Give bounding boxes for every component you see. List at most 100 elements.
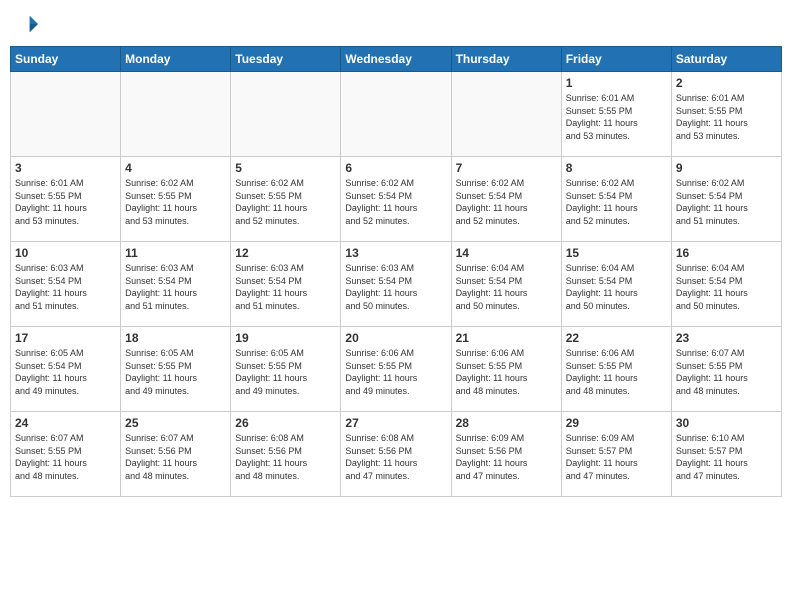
day-number: 9 (676, 161, 777, 175)
day-number: 21 (456, 331, 557, 345)
day-info: Sunrise: 6:06 AM Sunset: 5:55 PM Dayligh… (566, 347, 667, 397)
day-cell (341, 72, 451, 157)
weekday-header-saturday: Saturday (671, 47, 781, 72)
day-cell: 29Sunrise: 6:09 AM Sunset: 5:57 PM Dayli… (561, 412, 671, 497)
weekday-header-wednesday: Wednesday (341, 47, 451, 72)
day-number: 27 (345, 416, 446, 430)
day-cell: 17 Sunrise: 6:05 AM Sunset: 5:54 PM Dayli… (11, 327, 121, 412)
day-cell: 12Sunrise: 6:03 AM Sunset: 5:54 PM Dayli… (231, 242, 341, 327)
day-number: 18 (125, 331, 226, 345)
day-number: 26 (235, 416, 336, 430)
week-row-4: 17 Sunrise: 6:05 AM Sunset: 5:54 PM Dayli… (11, 327, 782, 412)
day-info: Sunrise: 6:04 AM Sunset: 5:54 PM Dayligh… (456, 262, 557, 312)
week-row-1: 1 Sunrise: 6:01 AM Sunset: 5:55 PM Daylig… (11, 72, 782, 157)
day-number: 2 (676, 76, 777, 90)
day-cell: 24 Sunrise: 6:07 AM Sunset: 5:55 PM Dayli… (11, 412, 121, 497)
day-cell: 20 Sunrise: 6:06 AM Sunset: 5:55 PM Dayli… (341, 327, 451, 412)
day-info: Sunrise: 6:06 AM Sunset: 5:55 PM Dayligh… (345, 347, 446, 397)
weekday-header-monday: Monday (121, 47, 231, 72)
day-cell (231, 72, 341, 157)
day-info: Sunrise: 6:08 AM Sunset: 5:56 PM Dayligh… (345, 432, 446, 482)
day-cell: 19 Sunrise: 6:05 AM Sunset: 5:55 PM Dayli… (231, 327, 341, 412)
day-cell: 25 Sunrise: 6:07 AM Sunset: 5:56 PM Dayli… (121, 412, 231, 497)
day-number: 7 (456, 161, 557, 175)
day-number: 13 (345, 246, 446, 260)
day-cell: 11Sunrise: 6:03 AM Sunset: 5:54 PM Dayli… (121, 242, 231, 327)
day-info: Sunrise: 6:06 AM Sunset: 5:55 PM Dayligh… (456, 347, 557, 397)
day-number: 19 (235, 331, 336, 345)
day-info: Sunrise: 6:02 AM Sunset: 5:54 PM Dayligh… (676, 177, 777, 227)
day-cell: 23 Sunrise: 6:07 AM Sunset: 5:55 PM Dayli… (671, 327, 781, 412)
day-number: 8 (566, 161, 667, 175)
day-info: Sunrise: 6:09 AM Sunset: 5:56 PM Dayligh… (456, 432, 557, 482)
day-info: Sunrise: 6:01 AM Sunset: 5:55 PM Dayligh… (15, 177, 116, 227)
day-cell (451, 72, 561, 157)
weekday-header-tuesday: Tuesday (231, 47, 341, 72)
day-info: Sunrise: 6:01 AM Sunset: 5:55 PM Dayligh… (676, 92, 777, 142)
day-cell: 1 Sunrise: 6:01 AM Sunset: 5:55 PM Daylig… (561, 72, 671, 157)
day-cell: 5 Sunrise: 6:02 AM Sunset: 5:55 PM Daylig… (231, 157, 341, 242)
logo (10, 10, 42, 38)
day-cell: 7 Sunrise: 6:02 AM Sunset: 5:54 PM Daylig… (451, 157, 561, 242)
day-number: 3 (15, 161, 116, 175)
day-info: Sunrise: 6:07 AM Sunset: 5:55 PM Dayligh… (15, 432, 116, 482)
day-number: 17 (15, 331, 116, 345)
day-info: Sunrise: 6:03 AM Sunset: 5:54 PM Dayligh… (15, 262, 116, 312)
header (10, 10, 782, 38)
day-cell: 14 Sunrise: 6:04 AM Sunset: 5:54 PM Dayli… (451, 242, 561, 327)
day-cell: 2 Sunrise: 6:01 AM Sunset: 5:55 PM Daylig… (671, 72, 781, 157)
day-info: Sunrise: 6:02 AM Sunset: 5:54 PM Dayligh… (456, 177, 557, 227)
day-number: 24 (15, 416, 116, 430)
day-number: 16 (676, 246, 777, 260)
day-cell: 10 Sunrise: 6:03 AM Sunset: 5:54 PM Dayli… (11, 242, 121, 327)
day-info: Sunrise: 6:01 AM Sunset: 5:55 PM Dayligh… (566, 92, 667, 142)
day-info: Sunrise: 6:04 AM Sunset: 5:54 PM Dayligh… (676, 262, 777, 312)
day-info: Sunrise: 6:02 AM Sunset: 5:55 PM Dayligh… (235, 177, 336, 227)
day-number: 5 (235, 161, 336, 175)
day-cell: 28 Sunrise: 6:09 AM Sunset: 5:56 PM Dayli… (451, 412, 561, 497)
day-info: Sunrise: 6:02 AM Sunset: 5:55 PM Dayligh… (125, 177, 226, 227)
weekday-header-sunday: Sunday (11, 47, 121, 72)
day-cell: 22 Sunrise: 6:06 AM Sunset: 5:55 PM Dayli… (561, 327, 671, 412)
week-row-3: 10 Sunrise: 6:03 AM Sunset: 5:54 PM Dayli… (11, 242, 782, 327)
day-number: 20 (345, 331, 446, 345)
day-cell: 9 Sunrise: 6:02 AM Sunset: 5:54 PM Daylig… (671, 157, 781, 242)
day-info: Sunrise: 6:05 AM Sunset: 5:55 PM Dayligh… (125, 347, 226, 397)
day-number: 12 (235, 246, 336, 260)
day-cell: 16 Sunrise: 6:04 AM Sunset: 5:54 PM Dayli… (671, 242, 781, 327)
day-number: 10 (15, 246, 116, 260)
day-number: 6 (345, 161, 446, 175)
page: SundayMondayTuesdayWednesdayThursdayFrid… (0, 0, 792, 507)
day-cell: 18 Sunrise: 6:05 AM Sunset: 5:55 PM Dayli… (121, 327, 231, 412)
day-number: 23 (676, 331, 777, 345)
day-cell: 13 Sunrise: 6:03 AM Sunset: 5:54 PM Dayli… (341, 242, 451, 327)
day-info: Sunrise: 6:07 AM Sunset: 5:56 PM Dayligh… (125, 432, 226, 482)
day-cell: 27 Sunrise: 6:08 AM Sunset: 5:56 PM Dayli… (341, 412, 451, 497)
day-info: Sunrise: 6:05 AM Sunset: 5:55 PM Dayligh… (235, 347, 336, 397)
day-cell (11, 72, 121, 157)
day-cell: 8Sunrise: 6:02 AM Sunset: 5:54 PM Daylig… (561, 157, 671, 242)
logo-icon (10, 10, 38, 38)
day-cell: 15Sunrise: 6:04 AM Sunset: 5:54 PM Dayli… (561, 242, 671, 327)
day-info: Sunrise: 6:02 AM Sunset: 5:54 PM Dayligh… (345, 177, 446, 227)
day-number: 11 (125, 246, 226, 260)
day-number: 30 (676, 416, 777, 430)
day-info: Sunrise: 6:07 AM Sunset: 5:55 PM Dayligh… (676, 347, 777, 397)
week-row-2: 3 Sunrise: 6:01 AM Sunset: 5:55 PM Daylig… (11, 157, 782, 242)
day-cell: 30Sunrise: 6:10 AM Sunset: 5:57 PM Dayli… (671, 412, 781, 497)
day-number: 28 (456, 416, 557, 430)
day-number: 22 (566, 331, 667, 345)
day-cell: 4Sunrise: 6:02 AM Sunset: 5:55 PM Daylig… (121, 157, 231, 242)
day-number: 1 (566, 76, 667, 90)
day-number: 15 (566, 246, 667, 260)
day-number: 25 (125, 416, 226, 430)
week-row-5: 24 Sunrise: 6:07 AM Sunset: 5:55 PM Dayli… (11, 412, 782, 497)
day-cell: 26Sunrise: 6:08 AM Sunset: 5:56 PM Dayli… (231, 412, 341, 497)
day-info: Sunrise: 6:05 AM Sunset: 5:54 PM Dayligh… (15, 347, 116, 397)
day-number: 29 (566, 416, 667, 430)
weekday-header-row: SundayMondayTuesdayWednesdayThursdayFrid… (11, 47, 782, 72)
day-cell (121, 72, 231, 157)
day-number: 14 (456, 246, 557, 260)
day-info: Sunrise: 6:03 AM Sunset: 5:54 PM Dayligh… (345, 262, 446, 312)
day-cell: 6 Sunrise: 6:02 AM Sunset: 5:54 PM Daylig… (341, 157, 451, 242)
